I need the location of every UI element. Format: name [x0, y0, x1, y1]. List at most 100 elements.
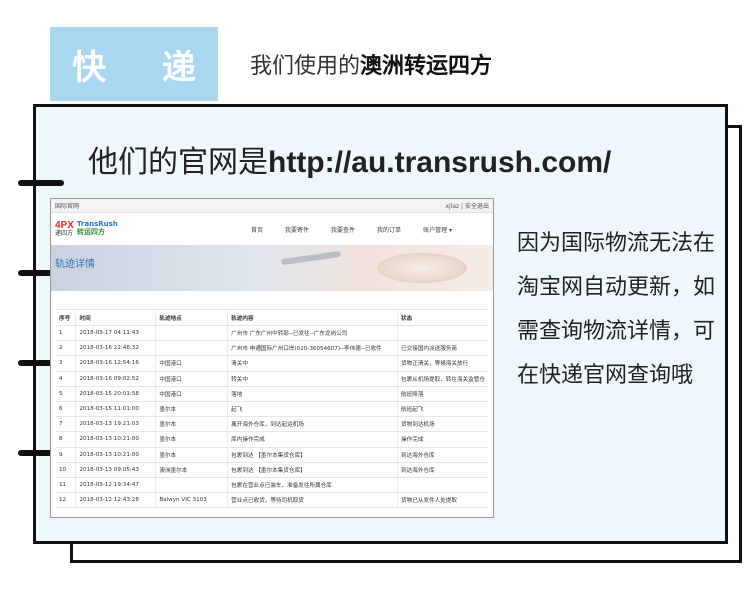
cell-location: 墨尔本: [155, 447, 229, 463]
header-location: 轨迹地点: [155, 309, 229, 326]
heading: 我们使用的澳洲转运四方: [250, 48, 492, 80]
cell-content: 库内操作完成: [227, 431, 399, 448]
cell-location: Balwyn VIC 3103: [155, 492, 229, 509]
cell-no: 7: [56, 416, 77, 433]
nav-item-home[interactable]: 首页: [251, 225, 263, 234]
table-body: 1 2018-03-17 04:11:43 广州市 广东广州中转部--已发往--广东…: [56, 325, 488, 509]
cell-content: 离开海外仓库，到达起运机场: [227, 416, 399, 433]
cell-status: [397, 325, 488, 342]
screenshot-banner: 轨迹详情: [51, 245, 493, 291]
table-row: 12 2018-03-12 12:43:28 Balwyn VIC 3103 营业点已…: [56, 492, 488, 509]
cell-status: 已交接国内派送服务商: [397, 340, 488, 357]
table-row: 8 2018-03-13 10:21:00 墨尔本 库内操作完成 操作完成: [56, 431, 488, 448]
cell-status: 到达海外仓库: [397, 462, 488, 478]
table-header-row: 序号 时间 轨迹地点 轨迹内容 状态: [56, 309, 488, 326]
cell-location: [155, 477, 229, 494]
cell-status: 包裹从机场提取，转往海关监管仓: [397, 371, 488, 387]
cell-no: 5: [56, 386, 77, 402]
table-row: 2 2018-03-16 22:46:32 广州市 申通国际广州口岸(020-360…: [56, 340, 488, 357]
heading-prefix: 我们使用的: [250, 54, 361, 79]
nav-item-track[interactable]: 我要查件: [331, 225, 355, 234]
cell-no: 4: [56, 371, 77, 387]
cell-status: 货物到达机场: [397, 416, 488, 433]
cell-content: 包裹到达 【墨尔本集货仓库】: [227, 447, 399, 463]
table-row: 1 2018-03-17 04:11:43 广州市 广东广州中转部--已发往--广东…: [56, 325, 488, 342]
website-url[interactable]: http://au.transrush.com/: [268, 146, 611, 179]
table-row: 11 2018-03-12 19:34:47 包裹在营业点已装车，准备发往所属仓库: [56, 477, 488, 494]
tracking-table: 序号 时间 轨迹地点 轨迹内容 状态 1 2018-03-17 04:11:43 广…: [56, 309, 488, 509]
cell-time: 2018-03-15 20:01:58: [75, 386, 157, 402]
cell-status: [397, 477, 488, 494]
cell-time: 2018-03-16 22:46:32: [75, 340, 157, 357]
cell-time: 2018-03-16 12:54:16: [75, 355, 157, 372]
heading-highlight: 澳洲转运四方: [360, 54, 493, 79]
table-row: 7 2018-03-13 19:21:03 墨尔本 离开海外仓库，到达起运机场 货物到达…: [56, 416, 488, 433]
banner-decoration: [377, 253, 467, 283]
cell-status: 到达海外仓库: [397, 447, 488, 463]
website-line: 他们的官网是http://au.transrush.com/: [88, 137, 611, 181]
cell-location: 中国港口: [155, 371, 229, 387]
cell-time: 2018-03-13 09:05:43: [75, 462, 157, 478]
table-row: 10 2018-03-13 09:05:43 澳洲墨尔本 包裹到达 【墨尔本集货仓库】…: [56, 462, 488, 478]
express-tag-label: 快 递: [72, 47, 218, 88]
cell-status: 航班起飞: [397, 401, 488, 418]
cell-location: 中国港口: [155, 386, 229, 402]
table-row: 4 2018-03-16 09:02:52 中国港口 转关中 包裹从机场提取，转往海关监…: [56, 371, 488, 387]
cell-content: 营业点已收货，等待司机取货: [227, 492, 399, 509]
topbar-left[interactable]: 国际官网: [55, 201, 79, 210]
cell-no: 3: [56, 355, 77, 372]
header-status: 状态: [397, 309, 488, 326]
cell-status: 货物正清关，等候海关放行: [397, 355, 488, 372]
topbar-right[interactable]: xjlaz | 安全退出: [445, 201, 489, 210]
cell-no: 11: [56, 477, 77, 494]
cell-time: 2018-03-17 04:11:43: [75, 325, 157, 342]
table-row: 3 2018-03-16 12:54:16 中国港口 清关中 货物正清关，等候海关放行: [56, 355, 488, 372]
cell-content: 起飞: [227, 401, 399, 418]
cell-content: 落地: [227, 386, 399, 402]
nav-menu: 首页 我要寄件 我要查件 我的订单 账户管理: [251, 225, 452, 234]
express-tag: 快 递: [50, 27, 218, 101]
banner-decoration-pen: [280, 250, 342, 266]
cell-time: 2018-03-13 10:21:00: [75, 447, 157, 463]
cell-content: 清关中: [227, 355, 399, 372]
cell-time: 2018-03-16 09:02:52: [75, 371, 157, 387]
cell-status: 操作完成: [397, 431, 488, 448]
logo-transrush: TransRush 转运四方: [77, 221, 118, 236]
screenshot-topbar: 国际官网 xjlaz | 安全退出: [51, 199, 493, 213]
logo-4px-text: 4PX: [55, 220, 74, 231]
logo-4px-sub: 递四方: [55, 231, 74, 237]
header-time: 时间: [75, 309, 157, 326]
cell-no: 8: [56, 431, 77, 448]
cell-content: 转关中: [227, 371, 399, 387]
table-row: 6 2018-03-15 11:01:00 墨尔本 起飞 航班起飞: [56, 401, 488, 418]
cell-no: 9: [56, 447, 77, 463]
header-content: 轨迹内容: [227, 309, 399, 326]
nav-item-account[interactable]: 账户管理: [423, 225, 452, 234]
cell-status: 航班降落: [397, 386, 488, 402]
cell-status: 货物已从发件人处提取: [397, 492, 488, 509]
cell-location: 墨尔本: [155, 431, 229, 448]
cell-location: [155, 340, 229, 357]
logo-transrush-sub: 转运四方: [76, 228, 105, 236]
cell-no: 1: [56, 325, 77, 342]
cell-content: 包裹到达 【墨尔本集货仓库】: [227, 462, 399, 478]
cell-no: 6: [56, 401, 77, 418]
nav-item-orders[interactable]: 我的订单: [377, 225, 401, 234]
cell-time: 2018-03-13 10:21:00: [75, 431, 157, 448]
cell-no: 2: [56, 340, 77, 357]
cell-location: [155, 325, 229, 342]
cell-no: 10: [56, 462, 77, 478]
logo-4px: 4PX 递四方: [55, 220, 74, 238]
cell-time: 2018-03-12 19:34:47: [75, 477, 157, 494]
table-row: 9 2018-03-13 10:21:00 墨尔本 包裹到达 【墨尔本集货仓库】 到达海…: [56, 447, 488, 463]
tracking-screenshot: 国际官网 xjlaz | 安全退出 4PX 递四方 TransRush 转运四方…: [50, 198, 494, 518]
screenshot-nav: 4PX 递四方 TransRush 转运四方 首页 我要寄件 我要查件 我的订单…: [51, 213, 493, 245]
cell-location: 墨尔本: [155, 416, 229, 433]
cell-location: 中国港口: [155, 355, 229, 372]
banner-title: 轨迹详情: [55, 259, 95, 270]
nav-item-send[interactable]: 我要寄件: [285, 225, 309, 234]
brand-logo[interactable]: 4PX 递四方 TransRush 转运四方: [55, 220, 245, 238]
cell-time: 2018-03-12 12:43:28: [75, 492, 157, 509]
cell-time: 2018-03-15 11:01:00: [75, 401, 157, 418]
cell-content: 广州市 广东广州中转部--已发往--广东龙岗公司: [227, 325, 399, 342]
